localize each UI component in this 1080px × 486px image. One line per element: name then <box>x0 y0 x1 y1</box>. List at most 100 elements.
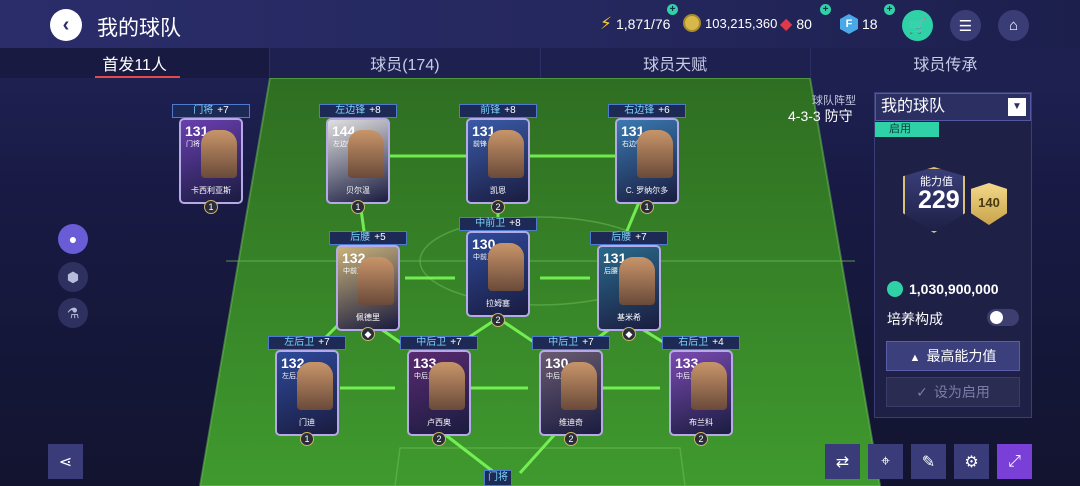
player-card[interactable]: 131 右边锋 C. 罗纳尔多 <box>615 118 679 204</box>
player-card[interactable]: 131 前锋 凯恩 <box>466 118 530 204</box>
position-label: 中后卫 +7 <box>400 336 478 350</box>
chevron-up-icon: ▲ <box>909 352 921 364</box>
training-level-badge: 2 <box>694 432 708 446</box>
edit-button[interactable]: ✎ <box>911 444 946 479</box>
position-name: 中后卫 <box>548 337 579 348</box>
training-level-badge: 1 <box>351 200 365 214</box>
position-label: 右边锋 +6 <box>608 104 686 118</box>
lineup-view-button[interactable]: ● <box>58 224 88 254</box>
player-portrait <box>201 130 237 178</box>
expand-button[interactable]: ⤢ <box>997 444 1032 479</box>
chevron-down-icon: ▼ <box>1008 98 1026 116</box>
gems-display: ◆ 80 <box>780 14 812 34</box>
position-boost: +8 <box>509 218 521 229</box>
player-name: 卡西利亚斯 <box>191 186 231 195</box>
add-energy-button[interactable]: + <box>667 4 678 15</box>
position-name: 左边锋 <box>335 105 366 116</box>
settings-button[interactable]: ⚙ <box>954 444 989 479</box>
edit-icon: ✎ <box>921 453 936 471</box>
max-ability-label: 最高能力值 <box>926 348 997 364</box>
player-card[interactable]: 131 门将 卡西利亚斯 <box>179 118 243 204</box>
add-gems-button[interactable]: + <box>820 4 831 15</box>
lightning-icon: ⚡ <box>600 14 612 33</box>
card-position: 前锋 <box>473 141 487 148</box>
gem-icon: ◆ <box>780 16 793 33</box>
list-icon: ☰ <box>958 17 973 35</box>
position-boost: +7 <box>217 105 229 116</box>
position-label: 左后卫 +7 <box>268 336 346 350</box>
position-name: 右边锋 <box>624 105 655 116</box>
training-level-badge: 2 <box>564 432 578 446</box>
shop-button[interactable]: 🛒 <box>902 10 933 41</box>
player-name: 拉姆塞 <box>486 299 510 308</box>
tab-players[interactable]: 球员(174) <box>270 48 539 78</box>
position-label: 后腰 +5 <box>329 231 407 245</box>
shield-icon: ⬢ <box>66 268 80 285</box>
tab-player-talent[interactable]: 球员天赋 <box>541 48 810 78</box>
training-level-badge: 2 <box>432 432 446 446</box>
player-card[interactable]: 130 中前卫 拉姆塞 <box>466 231 530 317</box>
chemistry-view-button[interactable]: ⚗ <box>58 298 88 328</box>
player-portrait <box>358 257 394 305</box>
player-card[interactable]: 133 中后卫 布兰科 <box>669 350 733 436</box>
home-button[interactable]: ⌂ <box>998 10 1029 41</box>
set-active-label: 设为启用 <box>933 384 990 400</box>
home-icon: ⌂ <box>1008 17 1019 34</box>
secondary-rating-badge: 140 <box>971 183 1007 225</box>
swap-button[interactable]: ⇄ <box>825 444 860 479</box>
player-portrait <box>488 130 524 178</box>
position-boost: +7 <box>582 337 594 348</box>
menu-button[interactable]: ☰ <box>950 10 981 41</box>
goalkeeper-slot-label[interactable]: 门将 <box>484 470 512 486</box>
player-portrait <box>637 130 673 178</box>
fc-points-display: F 18 <box>840 14 878 34</box>
position-name: 门将 <box>193 105 214 116</box>
position-boost: +7 <box>318 337 330 348</box>
player-card[interactable]: 130 中后卫 维迪奇 <box>539 350 603 436</box>
position-label: 后腰 +7 <box>590 231 668 245</box>
team-value-row: 1,030,900,000 <box>887 281 999 297</box>
share-button[interactable]: ⋖ <box>48 444 83 479</box>
coin-icon <box>683 14 701 32</box>
player-card[interactable]: 133 中后卫 卢西奥 <box>407 350 471 436</box>
player-card[interactable]: 132 中前卫 佩德里 <box>336 245 400 331</box>
position-boost: +7 <box>635 232 647 243</box>
player-card[interactable]: 132 左后卫 门迪 <box>275 350 339 436</box>
player-portrait <box>348 130 384 178</box>
player-name: 凯恩 <box>490 186 506 195</box>
card-position: 后腰 <box>604 268 618 275</box>
tab-player-legacy[interactable]: 球员传承 <box>811 48 1080 78</box>
training-level-badge: 1 <box>300 432 314 446</box>
coins-value: 103,215,360 <box>705 15 778 31</box>
position-name: 后腰 <box>350 232 371 243</box>
add-fc-points-button[interactable]: + <box>884 4 895 15</box>
player-card[interactable]: 144 左边锋 贝尔温 <box>326 118 390 204</box>
player-name: C. 罗纳尔多 <box>625 186 669 195</box>
energy-display: ⚡ 1,871/76 <box>600 14 670 34</box>
top-bar: ‹ 我的球队 ⚡ 1,871/76 + 103,215,360 ◆ 80 + F… <box>0 0 1080 48</box>
gear-icon: ⚙ <box>964 453 979 471</box>
position-boost: +6 <box>658 105 670 116</box>
formation-value[interactable]: 4-3-3 防守 <box>788 106 853 126</box>
player-portrait <box>619 257 655 305</box>
tactics-view-button[interactable]: ⬢ <box>58 262 88 292</box>
player-portrait <box>297 362 333 410</box>
set-active-button[interactable]: ✓ 设为启用 <box>886 377 1020 407</box>
team-panel: 我的球队 ▼ 启用 能力值 229 140 1,030,900,000 培养构成… <box>874 92 1032 418</box>
coins-display: 103,215,360 <box>683 14 777 32</box>
player-portrait <box>561 362 597 410</box>
position-name: 中前卫 <box>475 218 506 229</box>
player-card[interactable]: 131 后腰 基米希 <box>597 245 661 331</box>
position-button[interactable]: ⌖ <box>868 444 903 479</box>
player-portrait <box>488 243 524 291</box>
chemistry-badge: ◆ <box>622 327 636 341</box>
tab-starting-eleven[interactable]: 首发11人 <box>0 48 270 78</box>
back-button[interactable]: ‹ <box>50 9 82 41</box>
position-name: 前锋 <box>480 105 501 116</box>
max-ability-button[interactable]: ▲ 最高能力值 <box>886 341 1020 371</box>
player-name: 门迪 <box>299 418 315 427</box>
training-toggle[interactable] <box>987 309 1019 326</box>
team-select[interactable]: 我的球队 ▼ <box>875 93 1031 121</box>
position-boost: +7 <box>450 337 462 348</box>
position-boost: +4 <box>712 337 724 348</box>
